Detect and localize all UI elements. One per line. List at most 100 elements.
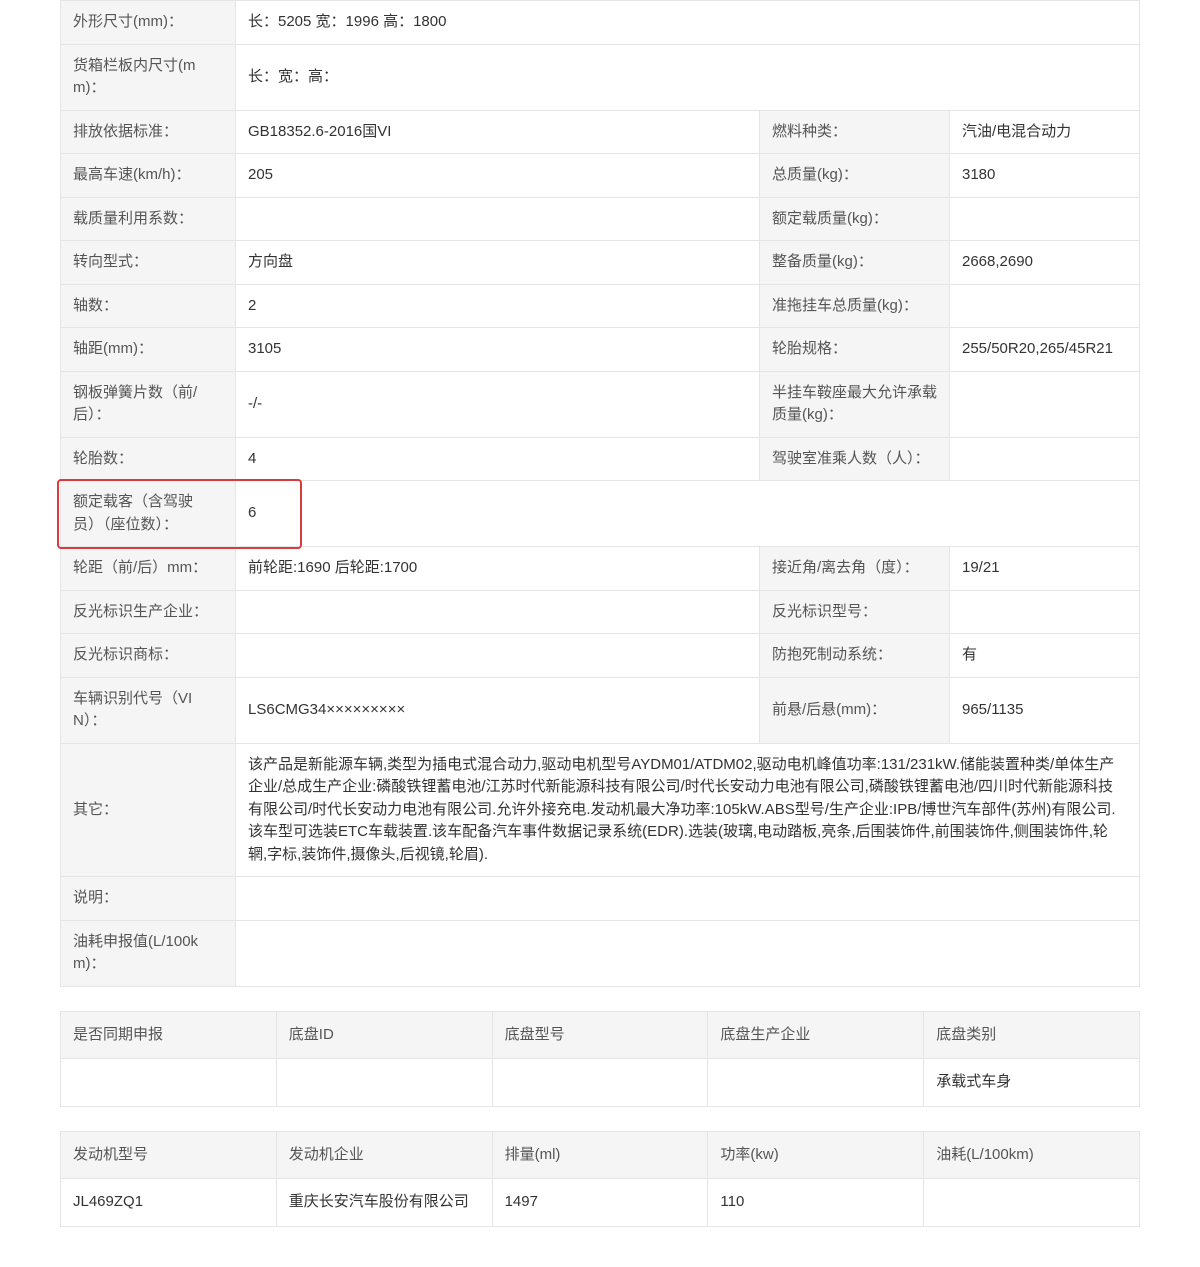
spec-label: 燃料种类： bbox=[760, 110, 950, 154]
engine-header: 油耗(L/100km) bbox=[924, 1131, 1140, 1179]
spec-value bbox=[950, 371, 1140, 437]
spec-label: 轴数： bbox=[61, 284, 236, 328]
spec-value: 4 bbox=[236, 437, 760, 481]
engine-header: 发动机企业 bbox=[276, 1131, 492, 1179]
spec-value: LS6CMG34××××××××× bbox=[236, 677, 760, 743]
spec-value: 长：5205 宽：1996 高：1800 bbox=[236, 1, 1140, 45]
spec-row: 油耗申报值(L/100km)： bbox=[61, 920, 1140, 986]
spec-value: GB18352.6-2016国VI bbox=[236, 110, 760, 154]
spec-label: 接近角/离去角（度）： bbox=[760, 547, 950, 591]
spec-label: 车辆识别代号（VIN）： bbox=[61, 677, 236, 743]
spec-label: 说明： bbox=[61, 877, 236, 921]
spec-row: 车辆识别代号（VIN）：LS6CMG34×××××××××前悬/后悬(mm)：9… bbox=[61, 677, 1140, 743]
spec-label: 轴距(mm)： bbox=[61, 328, 236, 372]
spec-label: 外形尺寸(mm)： bbox=[61, 1, 236, 45]
chassis-table: 是否同期申报底盘ID底盘型号底盘生产企业底盘类别 承载式车身 bbox=[60, 1011, 1140, 1107]
spec-label: 轮距（前/后）mm： bbox=[61, 547, 236, 591]
engine-header: 发动机型号 bbox=[61, 1131, 277, 1179]
spec-row: 轮距（前/后）mm：前轮距:1690 后轮距:1700接近角/离去角（度）：19… bbox=[61, 547, 1140, 591]
spec-label: 油耗申报值(L/100km)： bbox=[61, 920, 236, 986]
spec-value: 汽油/电混合动力 bbox=[950, 110, 1140, 154]
spec-row: 载质量利用系数： 额定载质量(kg)： bbox=[61, 197, 1140, 241]
chassis-header: 底盘生产企业 bbox=[708, 1011, 924, 1059]
spec-value bbox=[236, 920, 1140, 986]
spec-value: 3180 bbox=[950, 154, 1140, 198]
spec-label: 其它： bbox=[61, 743, 236, 877]
spec-label: 最高车速(km/h)： bbox=[61, 154, 236, 198]
spec-label: 前悬/后悬(mm)： bbox=[760, 677, 950, 743]
spec-value bbox=[236, 634, 760, 678]
engine-header: 功率(kw) bbox=[708, 1131, 924, 1179]
spec-row: 货箱栏板内尺寸(mm)：长：宽：高： bbox=[61, 44, 1140, 110]
spec-label: 总质量(kg)： bbox=[760, 154, 950, 198]
engine-cell: 重庆长安汽车股份有限公司 bbox=[276, 1179, 492, 1227]
spec-value-highlight: 6 bbox=[236, 481, 1140, 547]
engine-cell: 110 bbox=[708, 1179, 924, 1227]
spec-label: 排放依据标准： bbox=[61, 110, 236, 154]
spec-value bbox=[950, 437, 1140, 481]
spec-label: 驾驶室准乘人数（人）： bbox=[760, 437, 950, 481]
spec-value: 方向盘 bbox=[236, 241, 760, 285]
spec-value: 205 bbox=[236, 154, 760, 198]
chassis-header: 底盘型号 bbox=[492, 1011, 708, 1059]
chassis-header: 底盘ID bbox=[276, 1011, 492, 1059]
spec-label-highlight: 额定载客（含驾驶员）（座位数）： bbox=[61, 481, 236, 547]
chassis-header: 是否同期申报 bbox=[61, 1011, 277, 1059]
spec-label: 钢板弹簧片数（前/后）： bbox=[61, 371, 236, 437]
chassis-cell: 承载式车身 bbox=[924, 1059, 1140, 1107]
chassis-cell bbox=[276, 1059, 492, 1107]
spec-row: 轴距(mm)：3105轮胎规格：255/50R20,265/45R21 bbox=[61, 328, 1140, 372]
spec-label: 转向型式： bbox=[61, 241, 236, 285]
spec-label: 反光标识生产企业： bbox=[61, 590, 236, 634]
chassis-header: 底盘类别 bbox=[924, 1011, 1140, 1059]
spec-label: 轮胎规格： bbox=[760, 328, 950, 372]
spec-value: 965/1135 bbox=[950, 677, 1140, 743]
spec-label: 额定载质量(kg)： bbox=[760, 197, 950, 241]
spec-value: 该产品是新能源车辆,类型为插电式混合动力,驱动电机型号AYDM01/ATDM02… bbox=[236, 743, 1140, 877]
spec-row: 反光标识生产企业： 反光标识型号： bbox=[61, 590, 1140, 634]
spec-value: 19/21 bbox=[950, 547, 1140, 591]
chassis-cell bbox=[61, 1059, 277, 1107]
engine-cell bbox=[924, 1179, 1140, 1227]
spec-row: 钢板弹簧片数（前/后）：-/-半挂车鞍座最大允许承载质量(kg)： bbox=[61, 371, 1140, 437]
chassis-cell bbox=[492, 1059, 708, 1107]
spec-value: 长：宽：高： bbox=[236, 44, 1140, 110]
spec-row: 最高车速(km/h)：205总质量(kg)：3180 bbox=[61, 154, 1140, 198]
engine-cell: 1497 bbox=[492, 1179, 708, 1227]
engine-header: 排量(ml) bbox=[492, 1131, 708, 1179]
spec-row: 说明： bbox=[61, 877, 1140, 921]
spec-value bbox=[236, 877, 1140, 921]
spec-value: 2668,2690 bbox=[950, 241, 1140, 285]
spec-label: 整备质量(kg)： bbox=[760, 241, 950, 285]
spec-label: 半挂车鞍座最大允许承载质量(kg)： bbox=[760, 371, 950, 437]
engine-table: 发动机型号发动机企业排量(ml)功率(kw)油耗(L/100km) JL469Z… bbox=[60, 1131, 1140, 1227]
spec-label: 准拖挂车总质量(kg)： bbox=[760, 284, 950, 328]
spec-row: 轴数：2准拖挂车总质量(kg)： bbox=[61, 284, 1140, 328]
spec-value bbox=[950, 590, 1140, 634]
spec-row: 排放依据标准：GB18352.6-2016国VI燃料种类：汽油/电混合动力 bbox=[61, 110, 1140, 154]
spec-row: 额定载客（含驾驶员）（座位数）：6 bbox=[61, 481, 1140, 547]
spec-value: 3105 bbox=[236, 328, 760, 372]
spec-value bbox=[950, 197, 1140, 241]
spec-row: 外形尺寸(mm)：长：5205 宽：1996 高：1800 bbox=[61, 1, 1140, 45]
spec-row: 其它：该产品是新能源车辆,类型为插电式混合动力,驱动电机型号AYDM01/ATD… bbox=[61, 743, 1140, 877]
spec-value: -/- bbox=[236, 371, 760, 437]
spec-label: 反光标识商标： bbox=[61, 634, 236, 678]
chassis-cell bbox=[708, 1059, 924, 1107]
spec-label: 轮胎数： bbox=[61, 437, 236, 481]
spec-label: 防抱死制动系统： bbox=[760, 634, 950, 678]
spec-row: 轮胎数：4驾驶室准乘人数（人）： bbox=[61, 437, 1140, 481]
spec-value bbox=[236, 197, 760, 241]
spec-row: 反光标识商标： 防抱死制动系统：有 bbox=[61, 634, 1140, 678]
spec-label: 载质量利用系数： bbox=[61, 197, 236, 241]
spec-value bbox=[236, 590, 760, 634]
spec-row: 转向型式：方向盘整备质量(kg)：2668,2690 bbox=[61, 241, 1140, 285]
spec-value: 有 bbox=[950, 634, 1140, 678]
spec-value: 255/50R20,265/45R21 bbox=[950, 328, 1140, 372]
engine-cell: JL469ZQ1 bbox=[61, 1179, 277, 1227]
spec-value bbox=[950, 284, 1140, 328]
spec-value: 前轮距:1690 后轮距:1700 bbox=[236, 547, 760, 591]
spec-value: 2 bbox=[236, 284, 760, 328]
spec-table: 外形尺寸(mm)：长：5205 宽：1996 高：1800货箱栏板内尺寸(mm)… bbox=[60, 0, 1140, 987]
spec-label: 反光标识型号： bbox=[760, 590, 950, 634]
